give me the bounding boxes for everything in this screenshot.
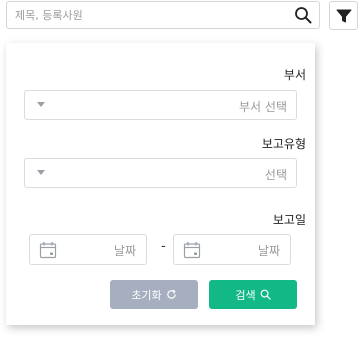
- calendar-icon: [183, 242, 201, 259]
- calendar-icon: [39, 242, 57, 259]
- search-submit-button[interactable]: 검색: [209, 280, 297, 309]
- chevron-down-icon: [37, 170, 45, 175]
- end-date-input[interactable]: 날짜: [173, 234, 291, 265]
- report-type-select-placeholder: 선택: [264, 168, 287, 182]
- report-date-label: 보고일: [272, 213, 306, 227]
- start-date-placeholder: 날짜: [113, 244, 136, 258]
- chevron-down-icon: [37, 102, 45, 107]
- search-submit-label: 검색: [235, 288, 256, 302]
- filter-panel: 부서 부서 선택 보고유형 선택 보고일 날짜 - 날짜 초기화 검색: [6, 43, 315, 325]
- department-select-placeholder: 부서 선택: [239, 100, 287, 114]
- search-button[interactable]: [293, 5, 313, 25]
- search-icon: [295, 7, 312, 24]
- search-icon: [260, 289, 271, 300]
- department-label: 부서: [283, 68, 306, 82]
- report-type-select[interactable]: 선택: [24, 158, 297, 188]
- filter-icon: [336, 9, 351, 22]
- start-date-input[interactable]: 날짜: [29, 234, 147, 265]
- report-type-label: 보고유형: [261, 137, 306, 151]
- reset-button[interactable]: 초기화: [110, 280, 198, 309]
- filter-button[interactable]: [329, 1, 358, 30]
- search-bar: [6, 1, 320, 29]
- reset-button-label: 초기화: [131, 288, 162, 302]
- search-input[interactable]: [7, 2, 295, 28]
- department-select[interactable]: 부서 선택: [24, 90, 297, 120]
- end-date-placeholder: 날짜: [257, 244, 280, 258]
- date-range-separator: -: [161, 239, 166, 254]
- refresh-icon: [166, 289, 176, 299]
